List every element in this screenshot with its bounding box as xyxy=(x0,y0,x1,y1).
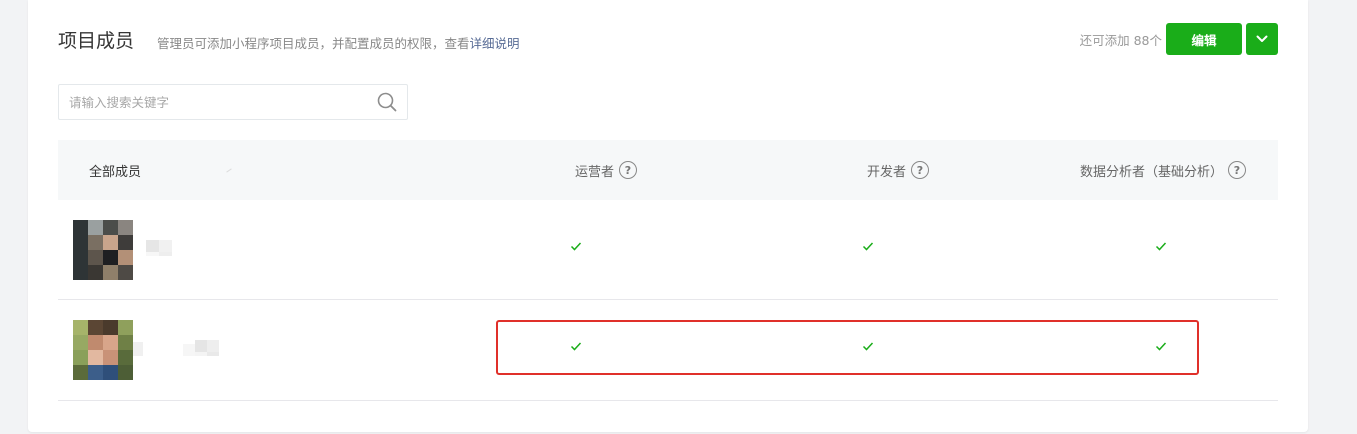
member-name-pixelated xyxy=(146,240,172,256)
analyst-check xyxy=(1081,236,1241,256)
member-name-pixelated xyxy=(133,340,219,356)
analyst-check xyxy=(1081,336,1241,356)
project-members-card: 项目成员 管理员可添加小程序项目成员，并配置成员的权限，查看详细说明 还可添加 … xyxy=(28,0,1308,432)
search-box xyxy=(58,84,408,120)
column-all-members[interactable]: 全部成员 xyxy=(89,140,141,200)
operator-check xyxy=(496,236,656,256)
column-analyst: 数据分析者（基础分析） ? xyxy=(1013,140,1313,200)
search-input[interactable] xyxy=(69,85,369,119)
column-developer: 开发者 ? xyxy=(798,140,998,200)
column-divider xyxy=(226,168,232,173)
column-operator-label: 运营者 xyxy=(574,164,614,180)
column-operator: 运营者 ? xyxy=(506,140,706,200)
help-icon[interactable]: ? xyxy=(619,161,637,179)
check-icon xyxy=(862,342,874,351)
details-link[interactable]: 详细说明 xyxy=(470,36,520,51)
table-header: 全部成员 运营者 ? 开发者 ? 数据分析者（基础分析） ? xyxy=(58,140,1278,200)
avatar xyxy=(73,320,133,380)
help-icon[interactable]: ? xyxy=(911,161,929,179)
column-developer-label: 开发者 xyxy=(866,164,906,180)
quota-text: 还可添加 88个 xyxy=(1079,33,1162,48)
help-icon[interactable]: ? xyxy=(1228,161,1246,179)
check-icon xyxy=(570,342,582,351)
members-table: 全部成员 运营者 ? 开发者 ? 数据分析者（基础分析） ? xyxy=(58,140,1278,401)
table-row xyxy=(58,200,1278,300)
edit-button[interactable]: 编辑 xyxy=(1166,23,1242,55)
chevron-down-icon xyxy=(1256,35,1268,42)
operator-check xyxy=(496,336,656,356)
more-dropdown-button[interactable] xyxy=(1246,23,1278,55)
check-icon xyxy=(1155,242,1167,251)
check-icon xyxy=(862,242,874,251)
column-analyst-label: 数据分析者（基础分析） xyxy=(1079,164,1223,180)
developer-check xyxy=(788,236,948,256)
developer-check xyxy=(788,336,948,356)
search-icon[interactable] xyxy=(377,92,397,112)
description-text: 管理员可添加小程序项目成员，并配置成员的权限，查看 xyxy=(157,36,470,51)
avatar xyxy=(73,220,133,280)
page-description: 管理员可添加小程序项目成员，并配置成员的权限，查看详细说明 xyxy=(157,33,520,52)
check-icon xyxy=(1155,342,1167,351)
check-icon xyxy=(570,242,582,251)
page-title: 项目成员 xyxy=(58,30,135,52)
card-header: 项目成员 管理员可添加小程序项目成员，并配置成员的权限，查看详细说明 还可添加 … xyxy=(58,22,1278,56)
table-row xyxy=(58,300,1278,401)
